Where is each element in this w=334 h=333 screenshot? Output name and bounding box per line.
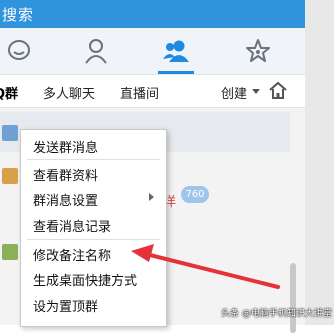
annotation-arrow — [131, 244, 280, 289]
watermark: 头条 @电脑手机知识大讲堂 — [221, 309, 332, 319]
